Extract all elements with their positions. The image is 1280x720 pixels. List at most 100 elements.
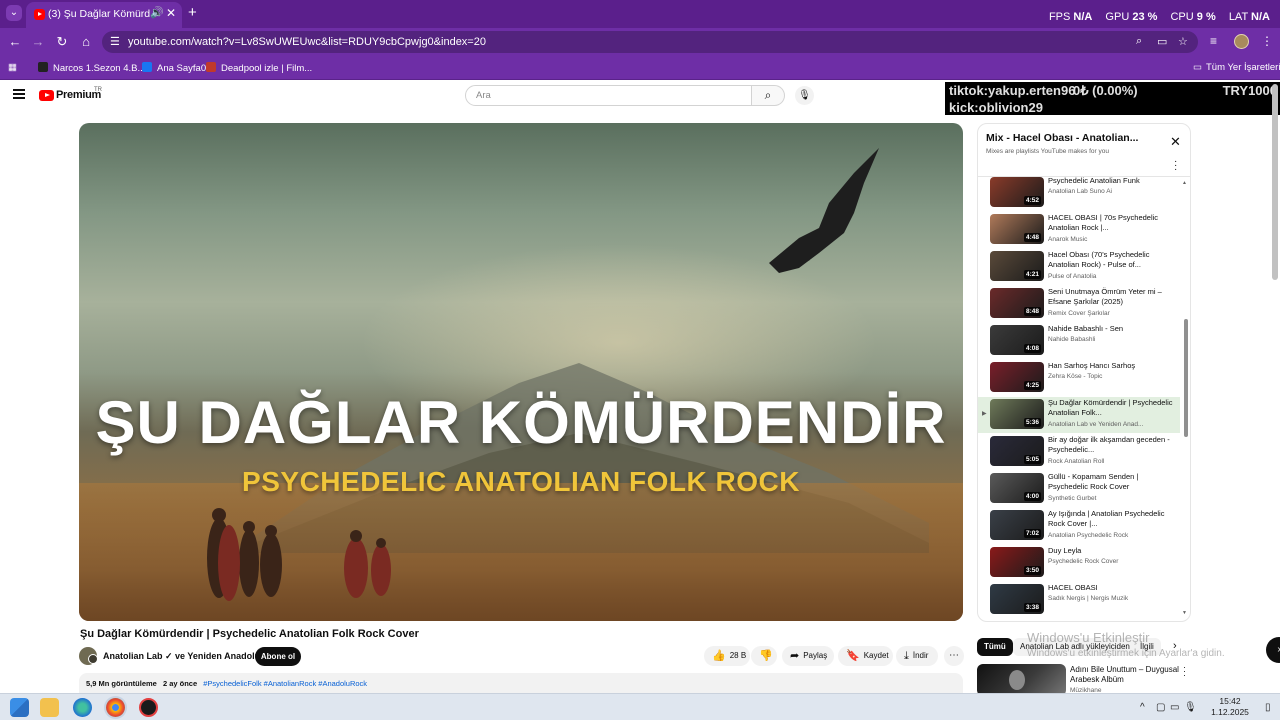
- hashtags[interactable]: #PsychedelicFolk #AnatolianRock #Anadolu…: [203, 679, 367, 688]
- bookmark-icon: 🔖: [846, 650, 860, 662]
- playlist-menu-icon[interactable]: · · ·: [1174, 157, 1177, 175]
- playlist-item[interactable]: ▶ 5:36 Şu Dağlar Kömürdendir | Psychedelic…: [978, 397, 1180, 433]
- speaker-icon[interactable]: 🔊: [150, 6, 164, 19]
- more-actions-icon[interactable]: ⋯: [944, 646, 964, 666]
- thumbnail-face: [1009, 670, 1025, 690]
- cast-icon[interactable]: ▭: [1157, 35, 1167, 48]
- playlist-item[interactable]: 4:25 Han Sarhoş Hancı Sarhoş Zehra Köse - …: [978, 360, 1180, 396]
- apps-grid-icon[interactable]: ▦: [8, 62, 17, 73]
- url-text[interactable]: youtube.com/watch?v=Lv8SwUWEUwc&list=RDU…: [128, 36, 486, 48]
- playlist-thumbnail[interactable]: 4:52: [990, 177, 1044, 207]
- like-button[interactable]: 👍 28 B: [704, 646, 750, 666]
- playlist-item[interactable]: 4:48 HACEL OBASI | 70s Psychedelic Anatol…: [978, 212, 1180, 248]
- close-icon[interactable]: ✕: [166, 6, 176, 20]
- playlist-thumbnail[interactable]: 3:38: [990, 584, 1044, 614]
- playlist-item[interactable]: 7:02 Ay Işığında | Anatolian Psychedelic …: [978, 508, 1180, 544]
- address-bar[interactable]: ☰ youtube.com/watch?v=Lv8SwUWEUwc&list=R…: [102, 31, 1198, 53]
- media-control-icon[interactable]: ≡: [1210, 34, 1217, 48]
- mic-tray-icon[interactable]: 🎙: [1184, 702, 1197, 713]
- app-icon[interactable]: [139, 698, 158, 717]
- video-player[interactable]: ŞU DAĞLAR KÖMÜRDENDİR PSYCHEDELIC ANATOL…: [79, 123, 963, 621]
- system-clock[interactable]: 15:42 1.12.2025: [1200, 696, 1260, 718]
- playlist-item[interactable]: Hacel Obasını Engin Mi Sandın - Mira Sar…: [978, 619, 1180, 621]
- close-icon[interactable]: ✕: [1170, 134, 1181, 150]
- playlist-item[interactable]: 4:00 Güllü - Kopamam Senden | Psychedelic…: [978, 471, 1180, 507]
- playlist-scrollbar[interactable]: [1184, 319, 1188, 437]
- gpu-value: 23: [1132, 11, 1145, 23]
- recommendation-menu-icon[interactable]: · · ·: [1183, 663, 1186, 680]
- playlist-thumbnail[interactable]: 5:05: [990, 436, 1044, 466]
- file-explorer-icon[interactable]: [40, 698, 59, 717]
- share-label: Paylaş: [803, 651, 828, 660]
- playlist-thumbnail[interactable]: 3:50: [990, 547, 1044, 577]
- page-scrollbar[interactable]: [1272, 84, 1278, 280]
- playlist-thumbnail[interactable]: 4:48: [990, 214, 1044, 244]
- dislike-button[interactable]: 👎: [751, 646, 777, 666]
- chip-all[interactable]: Tümü: [977, 638, 1013, 656]
- now-playing-icon: ▶: [982, 411, 987, 417]
- subscribe-button[interactable]: Abone ol: [255, 647, 301, 666]
- playlist-item[interactable]: 4:52 Psychedelic Anatolian Funk Anatolian …: [978, 177, 1180, 211]
- playlist-thumbnail[interactable]: 4:21: [990, 251, 1044, 281]
- scroll-up-icon[interactable]: ▲: [1182, 180, 1187, 186]
- lat-value: N/A: [1251, 11, 1270, 23]
- search-button[interactable]: ⌕: [752, 85, 785, 106]
- forward-icon[interactable]: →: [29, 33, 47, 51]
- edge-icon[interactable]: [73, 698, 92, 717]
- start-windows-icon[interactable]: [10, 698, 29, 717]
- search-input[interactable]: Ara: [465, 85, 752, 106]
- download-label: İndir: [912, 651, 929, 660]
- scroll-down-icon[interactable]: ▼: [1182, 610, 1187, 616]
- save-button[interactable]: 🔖 Kaydet: [838, 646, 893, 666]
- playlist-item[interactable]: 4:21 Hacel Obası (70's Psychedelic Anatol…: [978, 249, 1180, 285]
- new-tab-button[interactable]: +: [188, 4, 197, 21]
- site-info-icon[interactable]: ☰: [110, 35, 120, 48]
- battery-icon[interactable]: ▭: [1170, 702, 1179, 713]
- back-icon[interactable]: ←: [6, 33, 24, 51]
- chrome-icon[interactable]: [106, 698, 125, 717]
- channel-name[interactable]: Anatolian Lab ✓ ve Yeniden Anadolu: [103, 651, 260, 662]
- playlist-thumbnail[interactable]: 7:02: [990, 510, 1044, 540]
- bookmark-item[interactable]: Ana Sayfa0: [142, 62, 206, 74]
- notification-icon[interactable]: ▯: [1265, 702, 1271, 713]
- hamburger-menu-icon[interactable]: [13, 89, 25, 99]
- recommendation-thumbnail[interactable]: [977, 664, 1066, 696]
- playlist-thumbnail[interactable]: 4:08: [990, 325, 1044, 355]
- playlist-thumbnail[interactable]: 4:00: [990, 473, 1044, 503]
- playlist-thumbnail[interactable]: 8:48: [990, 288, 1044, 318]
- playlist-thumbnail[interactable]: 4:25: [990, 362, 1044, 392]
- thumbs-down-icon: 👎: [759, 650, 773, 662]
- cpu-value: 9: [1196, 11, 1203, 23]
- reload-icon[interactable]: ↻: [53, 33, 71, 51]
- bookmark-item[interactable]: Narcos 1.Sezon 4.B...: [38, 62, 145, 74]
- channel-avatar-secondary[interactable]: [88, 654, 98, 664]
- tab-active[interactable]: (3) Şu Dağlar Kömürdendir 🔊 ✕: [26, 2, 182, 28]
- recommendation-title[interactable]: Adını Bile Unuttum – Duygusal Arabesk Al…: [1070, 665, 1180, 685]
- playlist-item[interactable]: 4:08 Nahide Babashlı - Sen Nahide Babashli: [978, 323, 1180, 359]
- bookmark-item[interactable]: Deadpool izle | Film...: [206, 62, 312, 74]
- home-icon[interactable]: ⌂: [77, 33, 95, 51]
- profile-avatar[interactable]: [1234, 34, 1249, 49]
- video-title: Şu Dağlar Kömürdendir | Psychedelic Anat…: [80, 628, 419, 640]
- bookmark-star-icon[interactable]: ☆: [1178, 35, 1188, 48]
- tab-strip: ⌄ (3) Şu Dağlar Kömürdendir 🔊 ✕ + FPS N/…: [0, 0, 1280, 28]
- playlist-item[interactable]: 5:05 Bir ay doğar ilk akşamdan geceden - …: [978, 434, 1180, 470]
- playlist-title[interactable]: Mix - Hacel Obası - Anatolian...: [986, 132, 1146, 144]
- playlist-item[interactable]: 3:38 HACEL OBASI Sadık Nergis | Nergis Muz…: [978, 582, 1180, 618]
- youtube-logo-icon[interactable]: [39, 90, 54, 101]
- menu-kebab-icon[interactable]: ⋮: [1261, 34, 1273, 48]
- playlist-item-channel: Anatolian Psychedelic Rock: [1048, 532, 1129, 539]
- bookmarks-bar: ▦ Narcos 1.Sezon 4.B... Ana Sayfa0 Deadp…: [0, 56, 1280, 80]
- zoom-icon[interactable]: ⌕: [1136, 35, 1142, 48]
- all-bookmarks-button[interactable]: ▭ Tüm Yer İşaretleri: [1193, 62, 1280, 73]
- playlist-item[interactable]: 8:48 Seni Unutmaya Ömrüm Yeter mi – Efsan…: [978, 286, 1180, 322]
- device-icon[interactable]: ▢: [1156, 702, 1165, 713]
- tray-chevron-icon[interactable]: ^: [1140, 702, 1145, 713]
- tab-search-button[interactable]: ⌄: [6, 5, 22, 21]
- playlist-thumbnail[interactable]: 5:36: [990, 399, 1044, 429]
- download-button[interactable]: ⤓ İndir: [896, 646, 938, 666]
- playlist-item[interactable]: 3:50 Duy Leyla Psychedelic Rock Cover: [978, 545, 1180, 581]
- floating-action-icon[interactable]: ›: [1266, 637, 1280, 663]
- voice-search-button[interactable]: 🎙: [795, 86, 814, 105]
- share-button[interactable]: ➦ Paylaş: [782, 646, 834, 666]
